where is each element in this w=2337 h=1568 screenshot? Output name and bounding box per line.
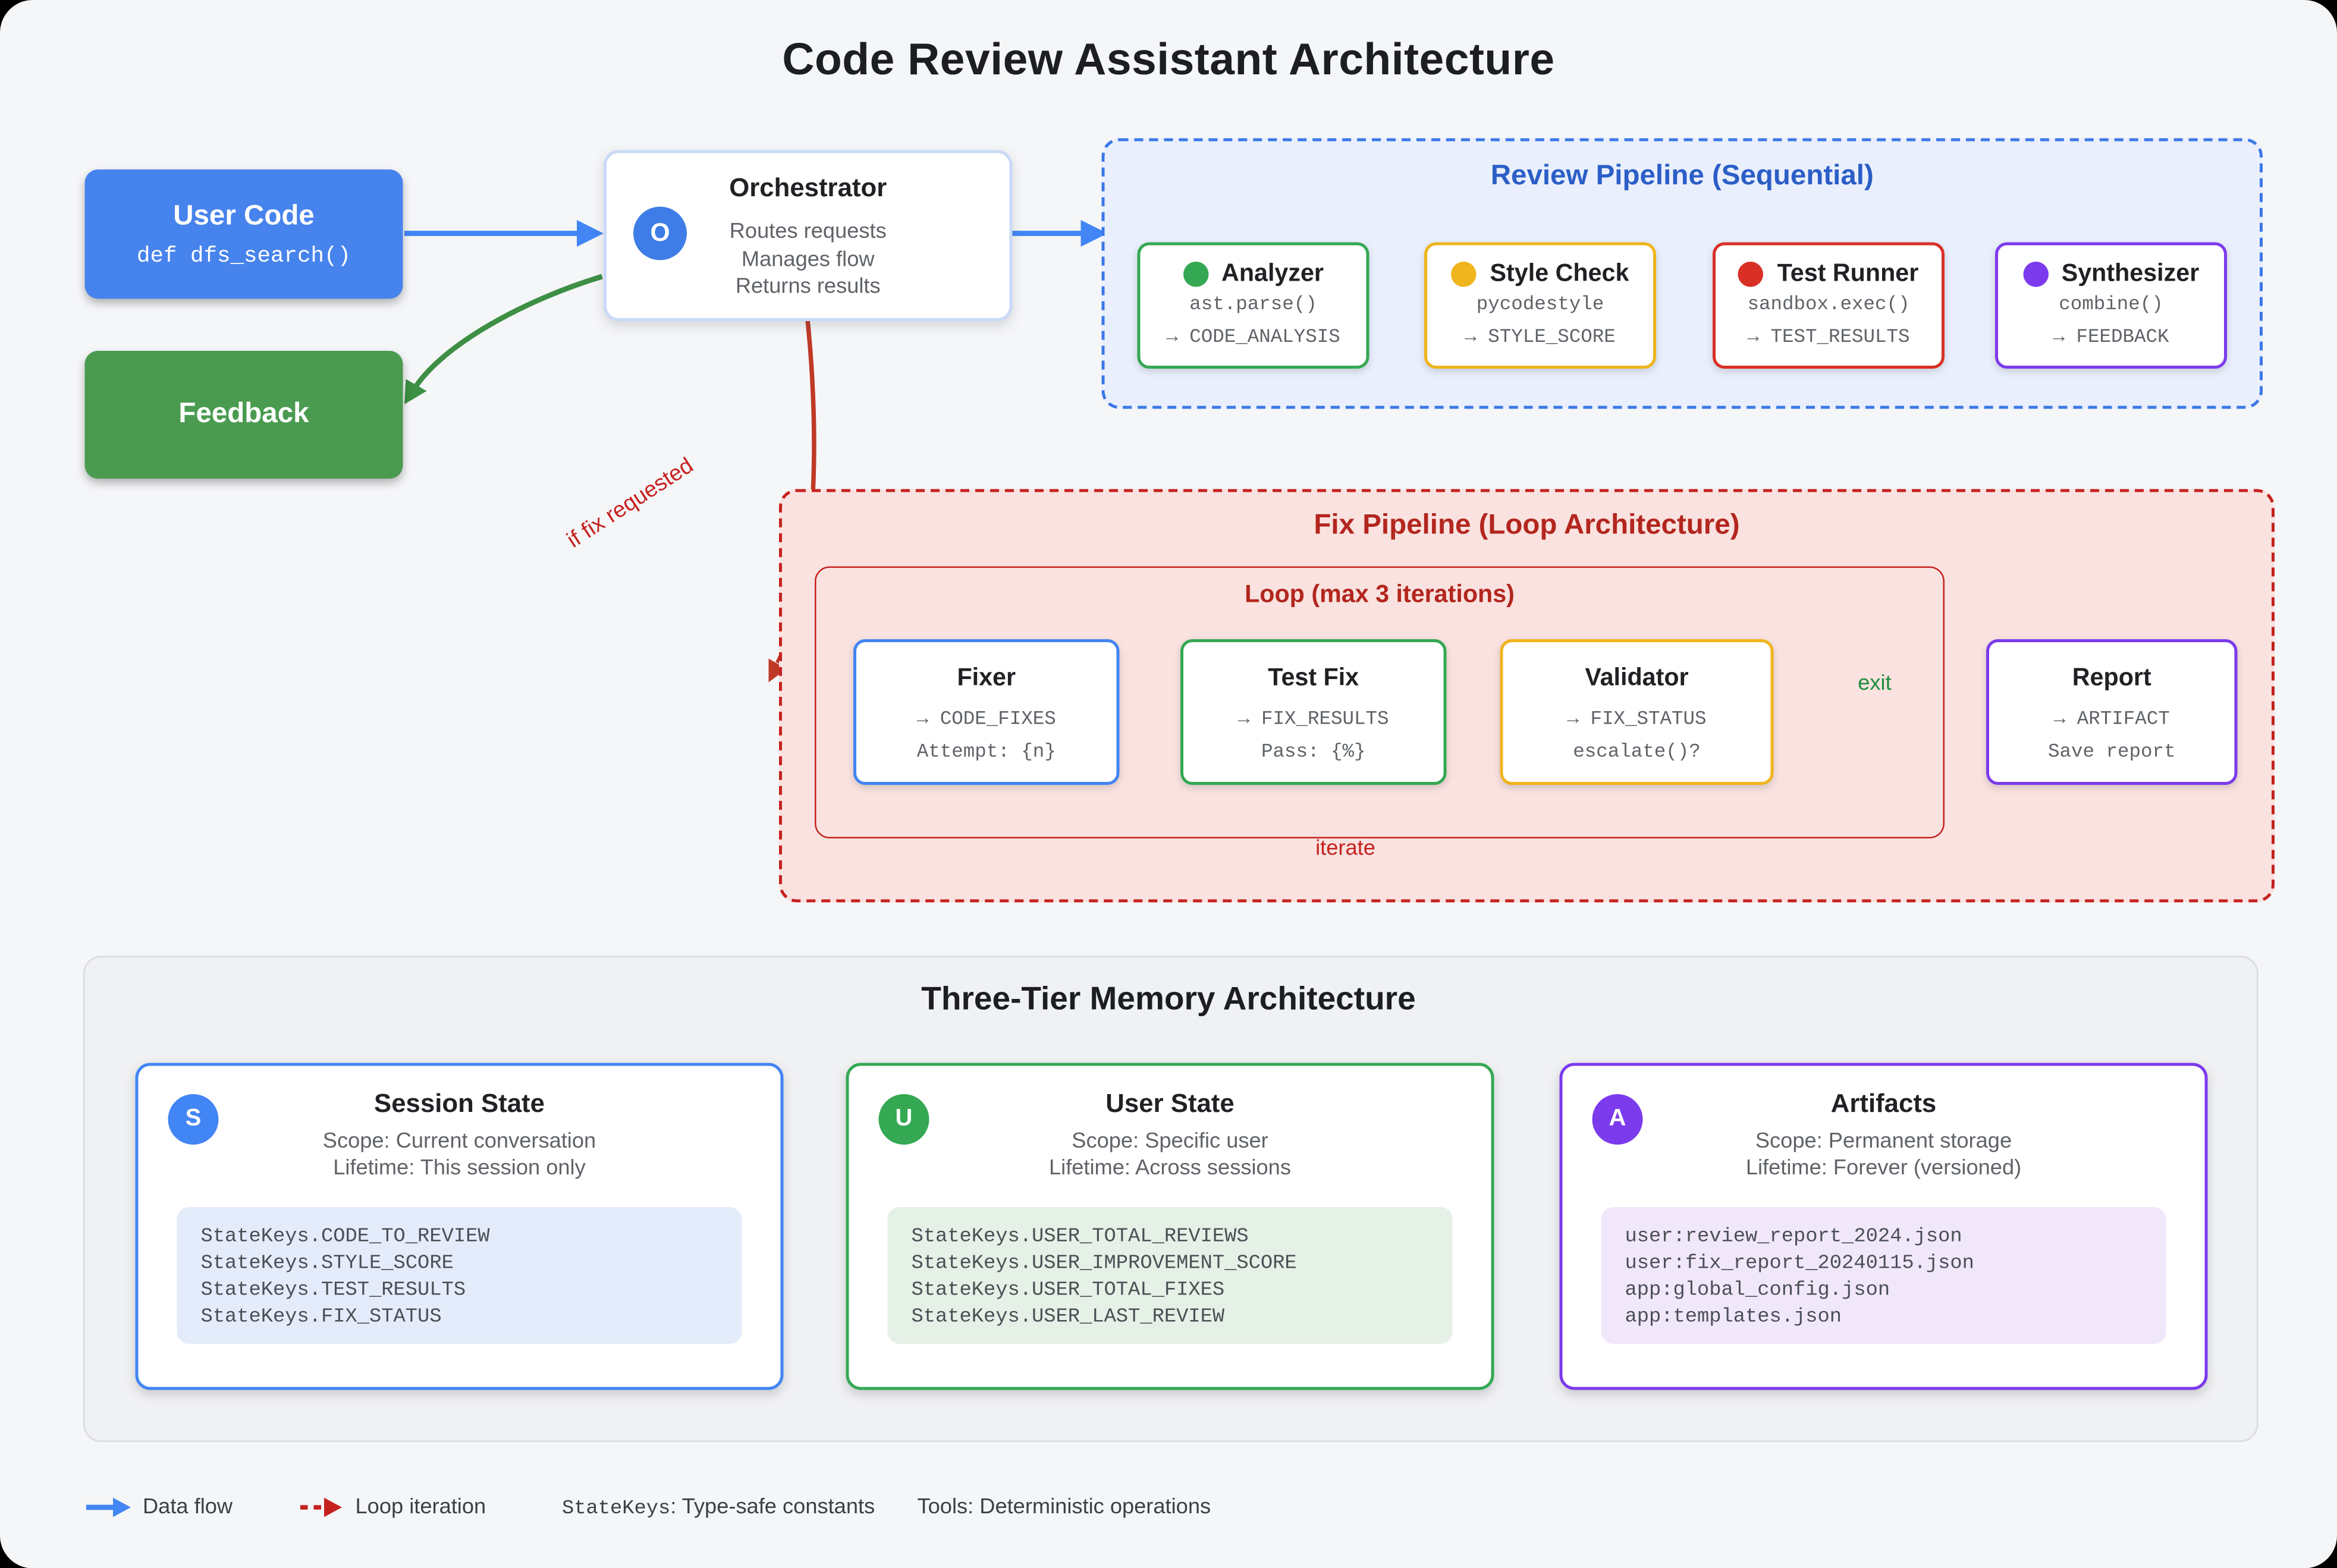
user-state-lifetime: Lifetime: Across sessions bbox=[849, 1157, 1491, 1180]
test-fix-line1: → FIX_RESULTS bbox=[1238, 703, 1389, 736]
state-key: StateKeys.STYLE_SCORE bbox=[201, 1252, 742, 1278]
analyzer-title: Analyzer bbox=[1221, 260, 1324, 289]
style-check-node: Style Check pycodestyle → STYLE_SCORE bbox=[1424, 243, 1656, 369]
artifacts-card: A Artifacts Scope: Permanent storage Lif… bbox=[1560, 1063, 2208, 1390]
test-runner-output: → TEST_RESULTS bbox=[1747, 321, 1909, 354]
state-key: StateKeys.USER_TOTAL_FIXES bbox=[912, 1278, 1453, 1305]
session-state-scope: Scope: Current conversation bbox=[139, 1130, 781, 1154]
page-title: Code Review Assistant Architecture bbox=[0, 36, 2337, 86]
legend-statekeys-mono: StateKeys bbox=[562, 1498, 670, 1521]
orchestrator-line: Returns results bbox=[607, 274, 1010, 301]
state-key: StateKeys.TEST_RESULTS bbox=[201, 1278, 742, 1305]
validator-node: Validator → FIX_STATUS escalate()? bbox=[1500, 639, 1774, 785]
iterate-edge-label: iterate bbox=[1271, 837, 1420, 861]
user-state-keys: StateKeys.USER_TOTAL_REVIEWS StateKeys.U… bbox=[888, 1207, 1453, 1344]
artifact-file: app:templates.json bbox=[1625, 1305, 2166, 1332]
analyzer-dot-icon bbox=[1183, 262, 1208, 287]
style-check-output: → STYLE_SCORE bbox=[1465, 321, 1616, 354]
artifacts-scope: Scope: Permanent storage bbox=[1563, 1130, 2205, 1154]
feedback-title: Feedback bbox=[178, 398, 309, 431]
validator-line1: → FIX_STATUS bbox=[1567, 703, 1706, 736]
diagram-stage: Code Review Assistant Architecture bbox=[0, 0, 2337, 1568]
synthesizer-tool: combine() bbox=[2059, 288, 2163, 321]
style-check-tool: pycodestyle bbox=[1477, 288, 1604, 321]
user-code-node: User Code def dfs_search() bbox=[85, 169, 403, 299]
user-state-scope: Scope: Specific user bbox=[849, 1130, 1491, 1154]
exit-edge-label: exit bbox=[1808, 672, 1942, 696]
orchestrator-line: Manages flow bbox=[607, 246, 1010, 274]
report-title: Report bbox=[2072, 665, 2151, 693]
validator-title: Validator bbox=[1585, 665, 1688, 693]
session-state-title: Session State bbox=[139, 1088, 781, 1120]
user-state-title: User State bbox=[849, 1088, 1491, 1120]
test-fix-node: Test Fix → FIX_RESULTS Pass: {%} bbox=[1180, 639, 1447, 785]
loop-title: Loop (max 3 iterations) bbox=[816, 582, 1943, 610]
report-line1: → ARTIFACT bbox=[2054, 703, 2170, 736]
fixer-line1: → CODE_FIXES bbox=[917, 703, 1056, 736]
synthesizer-dot-icon bbox=[2023, 262, 2049, 287]
synthesizer-output: → FEEDBACK bbox=[2053, 321, 2169, 354]
synthesizer-title: Synthesizer bbox=[2062, 260, 2200, 289]
artifact-file: user:review_report_2024.json bbox=[1625, 1225, 2166, 1252]
analyzer-node: Analyzer ast.parse() → CODE_ANALYSIS bbox=[1138, 243, 1369, 369]
style-check-dot-icon bbox=[1452, 262, 1477, 287]
user-code-snippet: def dfs_search() bbox=[137, 243, 351, 269]
orchestrator-description: Routes requests Manages flow Returns res… bbox=[607, 219, 1010, 301]
state-key: StateKeys.USER_LAST_REVIEW bbox=[912, 1305, 1453, 1332]
orchestrator-line: Routes requests bbox=[607, 219, 1010, 246]
validator-line2: escalate()? bbox=[1573, 736, 1701, 769]
artifact-file: user:fix_report_20240115.json bbox=[1625, 1252, 2166, 1278]
artifact-file: app:global_config.json bbox=[1625, 1278, 2166, 1305]
test-runner-tool: sandbox.exec() bbox=[1747, 288, 1909, 321]
report-line2: Save report bbox=[2048, 736, 2176, 769]
legend-data-flow: Data flow bbox=[143, 1495, 233, 1521]
session-state-lifetime: Lifetime: This session only bbox=[139, 1157, 781, 1180]
state-key: StateKeys.USER_IMPROVEMENT_SCORE bbox=[912, 1252, 1453, 1278]
legend-loop-iteration: Loop iteration bbox=[356, 1495, 486, 1521]
test-runner-node: Test Runner sandbox.exec() → TEST_RESULT… bbox=[1713, 243, 1945, 369]
orchestrator-title: Orchestrator bbox=[607, 172, 1010, 204]
synthesizer-node: Synthesizer combine() → FEEDBACK bbox=[1995, 243, 2227, 369]
legend-tools: Tools: Deterministic operations bbox=[918, 1495, 1211, 1521]
fixer-line2: Attempt: {n} bbox=[917, 736, 1056, 769]
feedback-node: Feedback bbox=[85, 351, 403, 479]
artifacts-keys: user:review_report_2024.json user:fix_re… bbox=[1601, 1207, 2166, 1344]
state-key: StateKeys.FIX_STATUS bbox=[201, 1305, 742, 1332]
analyzer-output: → CODE_ANALYSIS bbox=[1166, 321, 1340, 354]
artifacts-lifetime: Lifetime: Forever (versioned) bbox=[1563, 1157, 2205, 1180]
analyzer-tool: ast.parse() bbox=[1189, 288, 1317, 321]
orchestrator-node: O Orchestrator Routes requests Manages f… bbox=[604, 150, 1013, 322]
fixer-node: Fixer → CODE_FIXES Attempt: {n} bbox=[853, 639, 1120, 785]
fix-pipeline-title: Fix Pipeline (Loop Architecture) bbox=[782, 510, 2272, 543]
test-runner-title: Test Runner bbox=[1777, 260, 1919, 289]
state-key: StateKeys.CODE_TO_REVIEW bbox=[201, 1225, 742, 1252]
legend-statekeys-rest: : Type-safe constants bbox=[670, 1495, 875, 1519]
session-state-card: S Session State Scope: Current conversat… bbox=[136, 1063, 784, 1390]
user-state-card: U User State Scope: Specific user Lifeti… bbox=[846, 1063, 1494, 1390]
report-node: Report → ARTIFACT Save report bbox=[1986, 639, 2238, 785]
user-code-title: User Code bbox=[173, 200, 315, 232]
screenshot-root: Code Review Assistant Architecture bbox=[0, 0, 2337, 1568]
test-fix-line2: Pass: {%} bbox=[1261, 736, 1366, 769]
style-check-title: Style Check bbox=[1490, 260, 1629, 289]
fixer-title: Fixer bbox=[957, 665, 1016, 693]
test-runner-dot-icon bbox=[1739, 262, 1764, 287]
artifacts-title: Artifacts bbox=[1563, 1088, 2205, 1120]
session-state-keys: StateKeys.CODE_TO_REVIEW StateKeys.STYLE… bbox=[177, 1207, 742, 1344]
state-key: StateKeys.USER_TOTAL_REVIEWS bbox=[912, 1225, 1453, 1252]
memory-architecture-title: Three-Tier Memory Architecture bbox=[0, 980, 2337, 1019]
review-pipeline-title: Review Pipeline (Sequential) bbox=[1105, 161, 2260, 193]
test-fix-title: Test Fix bbox=[1268, 665, 1359, 693]
legend-statekeys: StateKeys: Type-safe constants bbox=[562, 1495, 875, 1522]
